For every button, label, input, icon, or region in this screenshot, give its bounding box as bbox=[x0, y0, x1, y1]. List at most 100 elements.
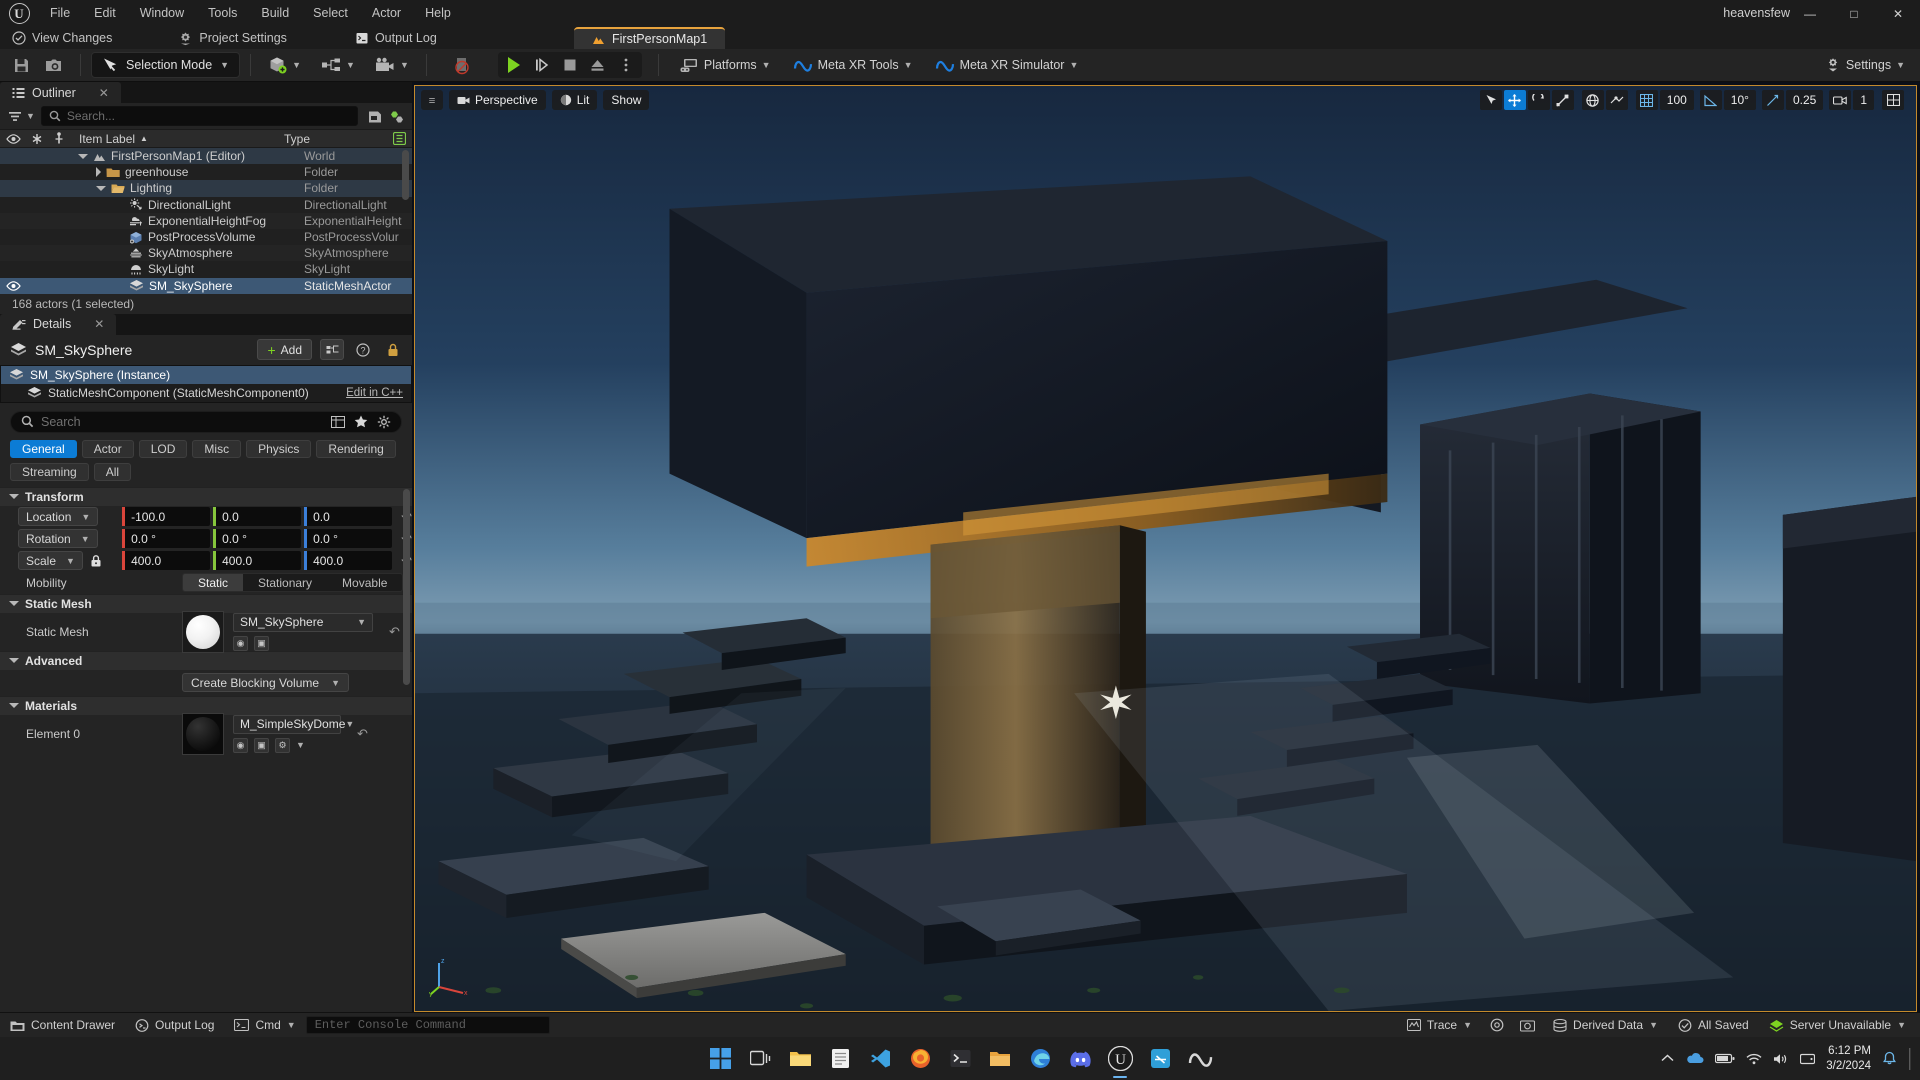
world-space-icon[interactable] bbox=[1581, 90, 1604, 110]
static-mesh-browse-icon[interactable]: ◉ bbox=[233, 635, 248, 651]
cmd-dropdown-button[interactable]: Cmd ▼ bbox=[224, 1013, 305, 1038]
outliner-row-visibility-icon[interactable] bbox=[0, 280, 26, 291]
category-tab-lod[interactable]: LOD bbox=[138, 439, 188, 458]
vscode-icon[interactable] bbox=[865, 1043, 896, 1074]
build-disabled-button[interactable] bbox=[445, 52, 478, 78]
selection-mode-dropdown[interactable]: Selection Mode ▼ bbox=[91, 52, 241, 78]
static-mesh-asset-combo[interactable]: SM_SkySphere ▼ bbox=[233, 612, 373, 632]
scale-dropdown[interactable]: Scale ▼ bbox=[18, 551, 83, 571]
outliner-scrollbar[interactable] bbox=[402, 150, 409, 200]
location-x-input[interactable]: -100.0 bbox=[122, 507, 211, 527]
create-blocking-volume-button[interactable]: Create Blocking Volume ▼ bbox=[182, 673, 349, 693]
rotation-z-input[interactable]: 0.0 ° bbox=[304, 529, 393, 549]
maximize-button[interactable]: □ bbox=[1832, 0, 1876, 27]
scale-snap-icon[interactable] bbox=[1761, 90, 1784, 110]
notification-icon[interactable] bbox=[1882, 1051, 1897, 1066]
menu-file[interactable]: File bbox=[38, 0, 82, 27]
meta-icon[interactable] bbox=[1185, 1043, 1216, 1074]
menu-select[interactable]: Select bbox=[301, 0, 360, 27]
category-tab-misc[interactable]: Misc bbox=[192, 439, 242, 458]
translate-tool-icon[interactable] bbox=[1503, 90, 1526, 110]
grid-snap-value[interactable]: 100 bbox=[1659, 90, 1694, 110]
blueprints-button[interactable]: ▼ bbox=[314, 52, 362, 78]
column-pin-star-icon[interactable] bbox=[26, 130, 48, 147]
outliner-search-input[interactable]: Search... bbox=[40, 106, 358, 126]
column-options-icon[interactable] bbox=[386, 130, 412, 147]
terminal-icon[interactable] bbox=[945, 1043, 976, 1074]
taskbar-clock[interactable]: 6:12 PM 3/2/2024 bbox=[1826, 1044, 1871, 1073]
document-tab-firstpersonmap1[interactable]: FirstPersonMap1 bbox=[574, 27, 726, 49]
close-button[interactable]: ✕ bbox=[1876, 0, 1920, 27]
select-tool-icon[interactable] bbox=[1479, 90, 1502, 110]
settings-button[interactable]: Settings ▼ bbox=[1818, 52, 1912, 78]
outliner-save-view-icon[interactable] bbox=[368, 110, 382, 123]
play-options-button[interactable] bbox=[612, 52, 640, 78]
blender-icon[interactable] bbox=[1145, 1043, 1176, 1074]
chevron-down-icon[interactable] bbox=[78, 153, 88, 159]
section-transform[interactable]: Transform bbox=[0, 486, 412, 506]
snapshot-button[interactable] bbox=[37, 52, 70, 78]
category-tab-physics[interactable]: Physics bbox=[246, 439, 312, 458]
camera-speed-icon[interactable] bbox=[1829, 90, 1852, 110]
location-y-input[interactable]: 0.0 bbox=[213, 507, 302, 527]
rotation-dropdown[interactable]: Rotation ▼ bbox=[18, 529, 98, 549]
discord-icon[interactable] bbox=[1065, 1043, 1096, 1074]
view-changes-button[interactable]: View Changes bbox=[0, 27, 126, 49]
chevron-down-icon[interactable] bbox=[96, 185, 106, 191]
save-button[interactable] bbox=[6, 52, 37, 78]
material-edit-icon[interactable]: ⚙ bbox=[275, 737, 290, 753]
menu-help[interactable]: Help bbox=[413, 0, 463, 27]
meta-xr-simulator-button[interactable]: Meta XR Simulator ▼ bbox=[928, 52, 1086, 78]
scale-y-input[interactable]: 400.0 bbox=[213, 551, 302, 571]
close-icon[interactable]: ✕ bbox=[99, 86, 109, 100]
battery-icon[interactable] bbox=[1715, 1053, 1735, 1064]
scale-lock-icon[interactable] bbox=[90, 554, 102, 568]
outliner-filter-button[interactable]: ▼ bbox=[8, 110, 35, 123]
category-tab-actor[interactable]: Actor bbox=[81, 439, 134, 458]
material-asset-combo[interactable]: M_SimpleSkyDome ▼ bbox=[233, 714, 354, 734]
scale-z-input[interactable]: 400.0 bbox=[304, 551, 393, 571]
outliner-row[interactable]: Lighting Folder bbox=[0, 180, 412, 197]
material-reset-icon[interactable]: ↶ bbox=[357, 726, 368, 742]
add-component-button[interactable]: + Add bbox=[257, 339, 312, 361]
category-tab-streaming[interactable]: Streaming bbox=[10, 462, 89, 481]
scale-tool-icon[interactable] bbox=[1551, 90, 1574, 110]
eject-button[interactable] bbox=[584, 52, 612, 78]
unreal-engine-icon[interactable]: U bbox=[1105, 1043, 1136, 1074]
static-mesh-reset-icon[interactable]: ↶ bbox=[389, 624, 400, 640]
console-command-input[interactable]: Enter Console Command bbox=[305, 1016, 550, 1034]
screenshot-button[interactable] bbox=[1512, 1013, 1543, 1038]
viewport-show-button[interactable]: Show bbox=[603, 90, 650, 110]
firefox-icon[interactable] bbox=[905, 1043, 936, 1074]
rotation-x-input[interactable]: 0.0 ° bbox=[122, 529, 211, 549]
minimize-button[interactable]: — bbox=[1788, 0, 1832, 27]
platforms-button[interactable]: Platforms ▼ bbox=[673, 52, 778, 78]
wifi-icon[interactable] bbox=[1746, 1053, 1762, 1065]
camera-speed-value[interactable]: 1 bbox=[1853, 90, 1874, 110]
meta-xr-tools-button[interactable]: Meta XR Tools ▼ bbox=[786, 52, 920, 78]
material-thumbnail[interactable] bbox=[182, 712, 224, 755]
scale-snap-value[interactable]: 0.25 bbox=[1785, 90, 1824, 110]
trace-button[interactable]: Trace ▼ bbox=[1397, 1013, 1482, 1038]
menu-build[interactable]: Build bbox=[249, 0, 301, 27]
category-tab-all[interactable]: All bbox=[93, 462, 132, 481]
outliner-row[interactable]: greenhouse Folder bbox=[0, 164, 412, 181]
surface-snap-icon[interactable] bbox=[1605, 90, 1628, 110]
grid-snap-icon[interactable] bbox=[1635, 90, 1658, 110]
server-status-button[interactable]: Server Unavailable ▼ bbox=[1759, 1013, 1916, 1038]
angle-snap-value[interactable]: 10° bbox=[1723, 90, 1756, 110]
show-hidden-icons[interactable] bbox=[1661, 1054, 1674, 1063]
cinematics-button[interactable]: ▼ bbox=[368, 52, 416, 78]
component-row[interactable]: StaticMeshComponent (StaticMeshComponent… bbox=[1, 384, 411, 402]
details-scrollbar[interactable] bbox=[403, 488, 410, 685]
mobility-stationary-option[interactable]: Stationary bbox=[243, 574, 327, 591]
details-favorites-icon[interactable] bbox=[354, 415, 368, 428]
column-type[interactable]: Type bbox=[278, 130, 386, 147]
location-dropdown[interactable]: Location ▼ bbox=[18, 507, 99, 527]
tab-details[interactable]: Details ✕ bbox=[0, 313, 117, 335]
viewport-viewmode-button[interactable]: Lit bbox=[551, 90, 598, 110]
stop-button[interactable] bbox=[556, 52, 584, 78]
play-button[interactable] bbox=[500, 52, 528, 78]
level-viewport[interactable]: Perspective Lit Show 100 10° 0.25 1 z x … bbox=[412, 82, 1920, 1012]
details-lock-button[interactable] bbox=[382, 339, 404, 360]
